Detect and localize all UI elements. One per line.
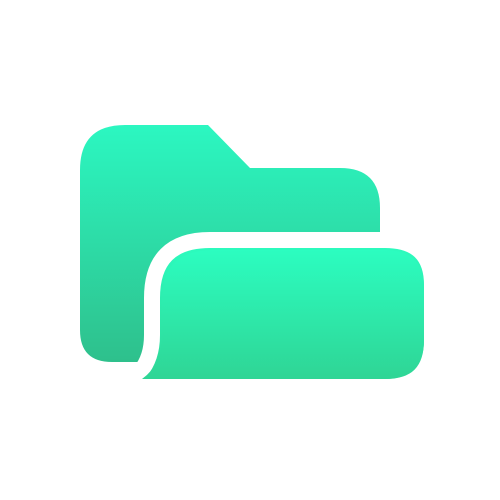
icon-canvas	[0, 0, 500, 500]
folder-open-icon	[80, 125, 440, 395]
folder-front-fill	[142, 250, 424, 379]
